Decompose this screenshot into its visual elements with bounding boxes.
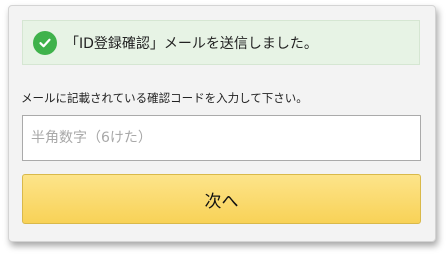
success-banner: 「ID登録確認」メールを送信しました。 [22,20,420,65]
confirmation-code-input[interactable] [22,115,421,161]
verification-card: 「ID登録確認」メールを送信しました。 メールに記載されている確認コードを入力し… [8,5,436,242]
next-button[interactable]: 次へ [22,174,421,224]
check-circle-icon [33,30,57,55]
instruction-text: メールに記載されている確認コードを入力して下さい。 [21,91,308,105]
check-mark-icon [39,38,51,47]
success-message: 「ID登録確認」メールを送信しました。 [65,35,318,52]
